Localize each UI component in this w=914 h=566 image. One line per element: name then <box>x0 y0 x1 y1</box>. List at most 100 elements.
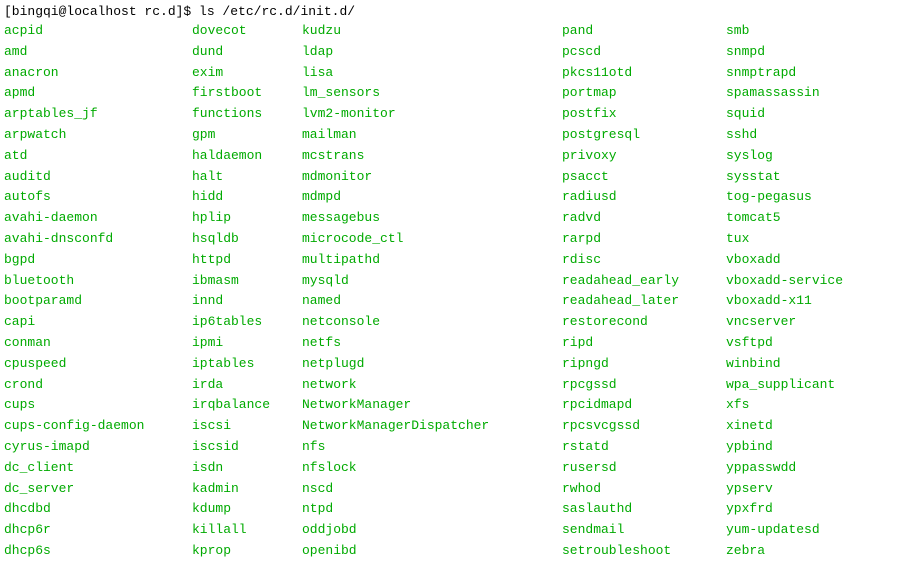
file-entry: mysqld <box>302 271 562 292</box>
file-entry: bgpd <box>4 250 192 271</box>
file-entry: avahi-daemon <box>4 208 192 229</box>
file-entry: cups <box>4 395 192 416</box>
file-entry: saslauthd <box>562 499 726 520</box>
file-entry: atd <box>4 146 192 167</box>
file-entry: kprop <box>192 541 302 562</box>
file-entry: kdump <box>192 499 302 520</box>
file-entry: messagebus <box>302 208 562 229</box>
file-entry: vboxadd <box>726 250 886 271</box>
file-entry: snmpd <box>726 42 886 63</box>
file-entry: capi <box>4 312 192 333</box>
file-entry: firstboot <box>192 83 302 104</box>
file-entry: nfs <box>302 437 562 458</box>
file-entry: ripd <box>562 333 726 354</box>
file-entry: sysstat <box>726 167 886 188</box>
file-entry: rdisc <box>562 250 726 271</box>
directory-listing: acpidamdanacronapmdarptables_jfarpwatcha… <box>4 21 910 562</box>
file-entry: hidd <box>192 187 302 208</box>
file-entry: mcstrans <box>302 146 562 167</box>
file-entry: dhcp6s <box>4 541 192 562</box>
file-entry: netfs <box>302 333 562 354</box>
file-entry: vboxadd-service <box>726 271 886 292</box>
file-entry: nfslock <box>302 458 562 479</box>
file-entry: exim <box>192 63 302 84</box>
file-entry: psacct <box>562 167 726 188</box>
file-entry: ypbind <box>726 437 886 458</box>
file-entry: zebra <box>726 541 886 562</box>
file-entry: setroubleshoot <box>562 541 726 562</box>
file-entry: cyrus-imapd <box>4 437 192 458</box>
file-entry: nscd <box>302 479 562 500</box>
file-entry: rusersd <box>562 458 726 479</box>
file-entry: pand <box>562 21 726 42</box>
file-entry: acpid <box>4 21 192 42</box>
file-entry: killall <box>192 520 302 541</box>
file-entry: dhcp6r <box>4 520 192 541</box>
file-entry: pkcs11otd <box>562 63 726 84</box>
file-entry: readahead_later <box>562 291 726 312</box>
file-entry: restorecond <box>562 312 726 333</box>
file-entry: netplugd <box>302 354 562 375</box>
file-entry: dovecot <box>192 21 302 42</box>
file-entry: innd <box>192 291 302 312</box>
file-entry: ntpd <box>302 499 562 520</box>
file-entry: rstatd <box>562 437 726 458</box>
file-entry: radvd <box>562 208 726 229</box>
file-entry: vsftpd <box>726 333 886 354</box>
file-entry: dhcdbd <box>4 499 192 520</box>
file-entry: microcode_ctl <box>302 229 562 250</box>
file-entry: cpuspeed <box>4 354 192 375</box>
file-entry: yppasswdd <box>726 458 886 479</box>
file-entry: mailman <box>302 125 562 146</box>
file-entry: ip6tables <box>192 312 302 333</box>
file-entry: smb <box>726 21 886 42</box>
file-entry: iscsid <box>192 437 302 458</box>
file-entry: crond <box>4 375 192 396</box>
file-entry: iscsi <box>192 416 302 437</box>
file-entry: mdmonitor <box>302 167 562 188</box>
file-entry: kudzu <box>302 21 562 42</box>
file-entry: tog-pegasus <box>726 187 886 208</box>
file-entry: xinetd <box>726 416 886 437</box>
file-entry: apmd <box>4 83 192 104</box>
listing-column-2: dovecotdundeximfirstbootfunctionsgpmhald… <box>192 21 302 562</box>
file-entry: isdn <box>192 458 302 479</box>
file-entry: sendmail <box>562 520 726 541</box>
file-entry: readahead_early <box>562 271 726 292</box>
file-entry: ipmi <box>192 333 302 354</box>
file-entry: NetworkManager <box>302 395 562 416</box>
file-entry: privoxy <box>562 146 726 167</box>
file-entry: arpwatch <box>4 125 192 146</box>
file-entry: sshd <box>726 125 886 146</box>
file-entry: irqbalance <box>192 395 302 416</box>
file-entry: rpcgssd <box>562 375 726 396</box>
file-entry: rarpd <box>562 229 726 250</box>
file-entry: dc_server <box>4 479 192 500</box>
file-entry: arptables_jf <box>4 104 192 125</box>
file-entry: mdmpd <box>302 187 562 208</box>
file-entry: bootparamd <box>4 291 192 312</box>
file-entry: kadmin <box>192 479 302 500</box>
file-entry: amd <box>4 42 192 63</box>
file-entry: ibmasm <box>192 271 302 292</box>
file-entry: wpa_supplicant <box>726 375 886 396</box>
file-entry: httpd <box>192 250 302 271</box>
file-entry: lm_sensors <box>302 83 562 104</box>
file-entry: vboxadd-x11 <box>726 291 886 312</box>
file-entry: bluetooth <box>4 271 192 292</box>
file-entry: spamassassin <box>726 83 886 104</box>
file-entry: radiusd <box>562 187 726 208</box>
file-entry: halt <box>192 167 302 188</box>
file-entry: NetworkManagerDispatcher <box>302 416 562 437</box>
file-entry: vncserver <box>726 312 886 333</box>
file-entry: network <box>302 375 562 396</box>
file-entry: netconsole <box>302 312 562 333</box>
file-entry: postfix <box>562 104 726 125</box>
file-entry: named <box>302 291 562 312</box>
listing-column-4: pandpcscdpkcs11otdportmappostfixpostgres… <box>562 21 726 562</box>
file-entry: ypxfrd <box>726 499 886 520</box>
file-entry: hsqldb <box>192 229 302 250</box>
file-entry: squid <box>726 104 886 125</box>
listing-column-3: kudzuldaplisalm_sensorslvm2-monitormailm… <box>302 21 562 562</box>
file-entry: syslog <box>726 146 886 167</box>
